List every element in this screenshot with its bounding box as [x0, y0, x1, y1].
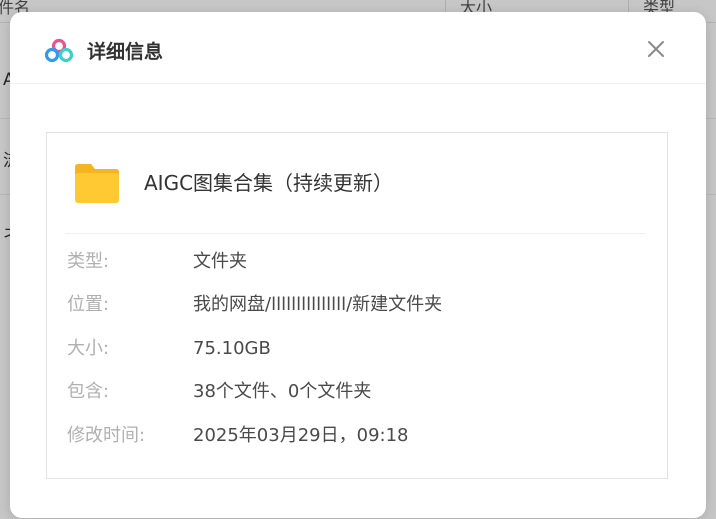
detail-value: 2025年03月29日，09:18	[193, 425, 409, 446]
file-name: AIGC图集合集（持续更新）	[144, 171, 394, 195]
detail-label: 类型:	[67, 251, 110, 272]
detail-label: 大小:	[67, 338, 110, 359]
close-icon[interactable]	[644, 37, 668, 61]
detail-label: 位置:	[67, 294, 110, 315]
details-dialog: 详细信息 AIGC图集合集（持续更新） 类型: 文件夹 位置: 我的网盘/lll…	[10, 12, 706, 518]
detail-row-modified-time: 修改时间: 2025年03月29日，09:18	[65, 423, 645, 449]
detail-row-location: 位置: 我的网盘/lllllllllllllll/新建文件夹	[65, 292, 645, 318]
detail-value: 38个文件、0个文件夹	[193, 381, 372, 402]
detail-label: 修改时间:	[67, 425, 146, 446]
file-info-panel: AIGC图集合集（持续更新） 类型: 文件夹 位置: 我的网盘/llllllll…	[46, 132, 668, 479]
detail-value: 我的网盘/lllllllllllllll/新建文件夹	[193, 294, 443, 315]
detail-value: 75.10GB	[193, 338, 271, 359]
folder-icon	[75, 164, 119, 203]
dialog-header: 详细信息	[10, 12, 706, 84]
dialog-title: 详细信息	[87, 41, 164, 63]
baidu-netdisk-logo-icon	[44, 38, 74, 63]
detail-row-type: 类型: 文件夹	[65, 249, 645, 275]
divider	[65, 233, 645, 234]
detail-row-size: 大小: 75.10GB	[65, 336, 645, 362]
detail-value: 文件夹	[193, 251, 247, 272]
detail-label: 包含:	[67, 381, 110, 402]
detail-row-contains: 包含: 38个文件、0个文件夹	[65, 379, 645, 405]
